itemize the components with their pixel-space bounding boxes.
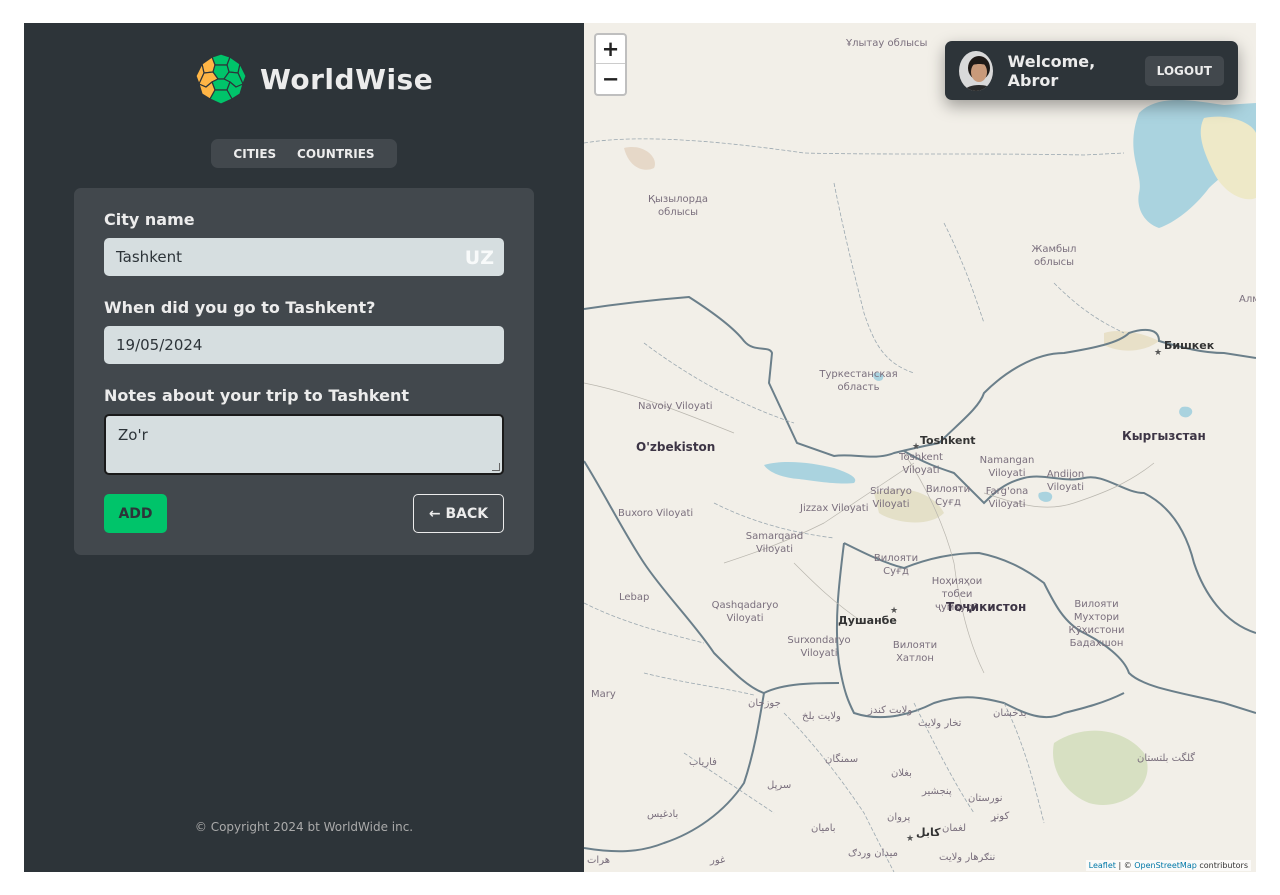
welcome-text: Welcome, Abror [1007, 51, 1096, 90]
map-label: Вилояти Мухтори Кӯҳистони Бадахшон [1068, 599, 1125, 649]
map-label: Jizzax Viloyati [800, 503, 869, 514]
map-label: میدان وردګ [848, 848, 898, 859]
map-label: پروان [887, 812, 911, 823]
map-label: Туркестанская область [819, 369, 898, 393]
leaflet-link[interactable]: Leaflet [1089, 861, 1116, 870]
map-label: Вилояти Суғд [925, 484, 971, 508]
add-button[interactable]: ADD [104, 494, 167, 533]
map-label: گلگت بلتستان [1137, 753, 1196, 764]
map-label: جوزجان [748, 698, 781, 709]
map-label: Surxondaryo Viloyati [787, 635, 851, 659]
map-label: Samarqand Viloyati [745, 531, 804, 555]
date-value: 19/05/2024 [116, 336, 203, 354]
map-label: لغمان [942, 823, 967, 834]
map-label: ننګرهار ولایت [939, 852, 996, 863]
map-label: Lebap [619, 592, 650, 603]
map-label: Бишкек [1164, 339, 1215, 352]
map-label: Farg'ona Viloyati [985, 486, 1029, 510]
map-label: ولایت بلخ [802, 711, 841, 722]
date-label: When did you go to Tashkent? [104, 298, 376, 317]
map-label: Toshkent Viloyati [899, 452, 943, 476]
kabul-star-icon: ★ [906, 834, 914, 844]
map-label: سمنگان [825, 754, 859, 765]
app-name: WorldWise [260, 62, 434, 96]
map-label: نورستان [968, 793, 1003, 804]
city-form: City name Tashkent UZ When did you go to… [74, 188, 534, 555]
map-label: Қызылорда облысы [647, 194, 709, 218]
copyright-footer: © Copyright 2024 bt WorldWide inc. [194, 820, 414, 834]
date-input[interactable]: 19/05/2024 [104, 326, 504, 364]
avatar [959, 50, 993, 91]
map-label: پنجشیر [922, 786, 952, 797]
country-flag: UZ [464, 247, 494, 269]
zoom-in-button[interactable]: + [596, 35, 625, 64]
map-label: کابل [916, 826, 941, 839]
bishkek-star-icon: ★ [1154, 348, 1162, 358]
globe-logo-icon [195, 53, 247, 105]
map-label: تخار ولایت [918, 718, 962, 729]
map-label: Кыргызстан [1122, 429, 1206, 443]
map-label: بامیان [811, 823, 836, 834]
map-attribution: Leaflet | © OpenStreetMap contributors [1085, 860, 1251, 871]
map-label: Жамбыл облысы [1031, 244, 1077, 268]
map-label: Душанбе [838, 614, 897, 627]
map-label: غور [710, 855, 726, 866]
nav-cities[interactable]: Cities [233, 147, 276, 161]
zoom-control: + − [594, 33, 627, 96]
map-label: Вилояти Суғд [873, 553, 919, 577]
zoom-out-button[interactable]: − [596, 64, 625, 93]
map-label: Тоҷикистон [946, 600, 1027, 614]
city-name-input[interactable]: Tashkent UZ [104, 238, 504, 276]
map-label: Вилояти Хатлон [892, 640, 938, 664]
map-label: Navoiy Viloyati [638, 401, 713, 412]
app-nav: Cities Countries [211, 139, 397, 168]
logout-button[interactable]: LOGOUT [1144, 55, 1224, 86]
osm-link[interactable]: OpenStreetMap [1134, 861, 1197, 870]
form-actions: ADD ← BACK [104, 494, 504, 533]
map-label: بغلان [891, 768, 912, 779]
nav-countries[interactable]: Countries [297, 147, 375, 161]
notes-label: Notes about your trip to Tashkent [104, 386, 410, 405]
app-container: WorldWise Cities Countries City name Tas… [24, 23, 1256, 872]
map-label: کونړ [991, 811, 1010, 822]
map-label: Namangan Viloyati [979, 455, 1035, 479]
map-label: فاریاب [689, 757, 717, 768]
sidebar: WorldWise Cities Countries City name Tas… [24, 23, 584, 872]
map-label: سرپل [767, 780, 792, 791]
attribution-suffix: contributors [1196, 861, 1248, 870]
map-label: Buxoro Viloyati [618, 508, 694, 519]
notes-value: Zo'r [118, 426, 148, 444]
map-label: O'zbekiston [636, 440, 716, 454]
logo[interactable]: WorldWise [194, 52, 433, 106]
map-label: Toshkent [920, 434, 976, 447]
user-avatar-icon [959, 50, 993, 91]
map-label: Qashqadaryo Viloyati [711, 600, 779, 624]
map-label: بدخشان [993, 708, 1027, 719]
map-label: Sirdaryo Viloyati [870, 486, 912, 510]
map-label: ولایت کندز [868, 705, 913, 716]
city-name-label: City name [104, 210, 195, 229]
attribution-sep: | © [1115, 861, 1135, 870]
map-label: Andijon Viloyati [1046, 469, 1085, 493]
user-panel: Welcome, Abror LOGOUT [945, 41, 1238, 100]
map-label: بادغیس [647, 809, 679, 820]
map-label: Mary [591, 689, 616, 700]
back-button[interactable]: ← BACK [413, 494, 504, 533]
map[interactable]: ★ ★ ★ ★ Ұлытау облысы Қызылорда облысы Ж… [584, 23, 1256, 872]
map-label: Ұлытау облысы [846, 38, 928, 49]
notes-textarea[interactable]: Zo'r [104, 414, 504, 475]
map-label: Алм [1239, 294, 1256, 305]
map-label: هرات [587, 855, 610, 866]
resize-handle-icon[interactable] [492, 463, 500, 471]
city-name-value: Tashkent [116, 248, 182, 266]
